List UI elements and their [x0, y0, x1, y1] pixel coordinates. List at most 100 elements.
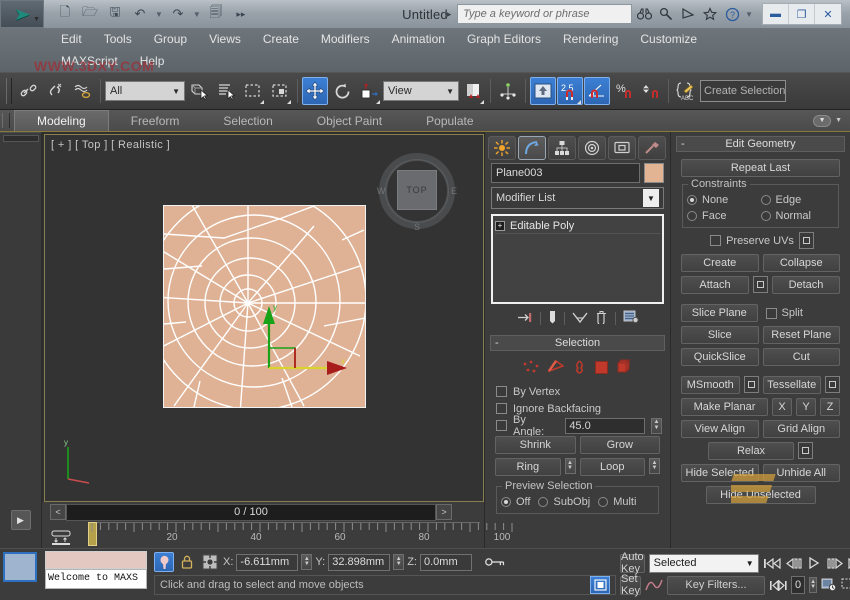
constraint-normal[interactable]: Normal: [761, 210, 835, 222]
time-configuration-icon[interactable]: [821, 575, 837, 596]
unhide-all-button[interactable]: Unhide All: [763, 464, 841, 482]
auto-key-button[interactable]: Auto Key: [620, 554, 645, 573]
coord-z-field[interactable]: 0.0mm: [420, 554, 472, 571]
menu-item-modifiers[interactable]: Modifiers: [310, 29, 381, 49]
favorites-star-icon[interactable]: [700, 4, 720, 24]
play-animation-button[interactable]: [807, 553, 822, 574]
ring-button[interactable]: Ring: [495, 458, 561, 476]
application-menu-button[interactable]: ➤ ▼: [0, 0, 44, 28]
tessellate-button[interactable]: Tessellate: [763, 376, 822, 394]
hide-unselected-button[interactable]: Hide Unselected: [706, 486, 816, 504]
msmooth-settings-icon[interactable]: [744, 376, 759, 393]
cut-button[interactable]: Cut: [763, 348, 841, 366]
undo-icon[interactable]: ↶: [129, 3, 151, 25]
make-unique-icon[interactable]: [572, 311, 588, 327]
expand-search-icon[interactable]: ▸: [443, 9, 455, 20]
go-to-start-button[interactable]: [763, 553, 781, 574]
current-frame-field[interactable]: 0: [791, 576, 805, 594]
ignore-backfacing-checkbox[interactable]: [496, 403, 507, 414]
constraint-none[interactable]: None: [687, 194, 761, 206]
split-row[interactable]: Split: [762, 304, 841, 322]
absolute-relative-mode-icon[interactable]: [200, 552, 220, 572]
redo-icon[interactable]: ↷: [167, 3, 189, 25]
menu-item-graph-editors[interactable]: Graph Editors: [456, 29, 552, 49]
attach-settings-icon[interactable]: [753, 276, 768, 293]
make-planar-x-button[interactable]: X: [772, 398, 792, 416]
by-vertex-checkbox[interactable]: [496, 386, 507, 397]
selection-rollout-header[interactable]: - Selection: [490, 335, 665, 351]
slice-plane-button[interactable]: Slice Plane: [681, 304, 758, 322]
tessellate-settings-icon[interactable]: [825, 376, 840, 393]
minimize-button[interactable]: ▬: [763, 4, 789, 24]
element-subobject-icon[interactable]: [617, 359, 633, 376]
snap-25-icon[interactable]: 2.5: [557, 77, 583, 105]
by-angle-spinner[interactable]: ▲▼: [651, 418, 662, 434]
close-button[interactable]: ✕: [815, 4, 841, 24]
angle-snap-toggle-icon[interactable]: [584, 77, 610, 105]
display-tab[interactable]: [608, 136, 636, 160]
listener-input[interactable]: [45, 551, 147, 569]
split-checkbox[interactable]: [766, 308, 777, 319]
unlink-selection-icon[interactable]: [43, 77, 69, 105]
key-icon[interactable]: [485, 552, 505, 572]
preserve-uvs-checkbox[interactable]: [710, 235, 721, 246]
object-name-field[interactable]: Plane003: [491, 163, 640, 183]
set-project-folder-icon[interactable]: 🗐: [205, 3, 227, 25]
coord-x-spinner[interactable]: ▲▼: [301, 554, 312, 570]
relax-button[interactable]: Relax: [708, 442, 794, 460]
material-swatch[interactable]: [3, 552, 37, 582]
lock-icon[interactable]: [177, 552, 197, 572]
grid-align-button[interactable]: Grid Align: [763, 420, 841, 438]
menu-item-group[interactable]: Group: [143, 29, 198, 49]
hierarchy-tab[interactable]: [548, 136, 576, 160]
previous-frame-nav[interactable]: <: [50, 504, 66, 520]
coord-y-field[interactable]: 32.898mm: [328, 554, 390, 571]
modifier-list-combo[interactable]: Modifier List ▼: [491, 187, 664, 209]
relax-settings-icon[interactable]: [798, 442, 813, 459]
motion-tab[interactable]: [578, 136, 606, 160]
selection-filter-combo[interactable]: All ▼: [105, 81, 185, 101]
menu-item-animation[interactable]: Animation: [381, 29, 456, 49]
reference-coordinate-system-combo[interactable]: View ▼: [383, 81, 459, 101]
by-angle-row[interactable]: By Angle: 45.0 ▲▼: [493, 417, 662, 434]
make-planar-button[interactable]: Make Planar: [681, 398, 768, 416]
menu-item-create[interactable]: Create: [252, 29, 310, 49]
window-crossing-icon[interactable]: [267, 77, 293, 105]
vertex-subobject-icon[interactable]: [523, 360, 539, 376]
constraint-face[interactable]: Face: [687, 210, 761, 222]
object-color-swatch[interactable]: [644, 163, 664, 183]
modify-tab[interactable]: [518, 136, 546, 160]
hide-selected-button[interactable]: Hide Selected: [681, 464, 759, 482]
key-mode-toggle-icon[interactable]: [769, 575, 787, 596]
menu-item-tools[interactable]: Tools: [93, 29, 143, 49]
open-file-icon[interactable]: 🗁: [79, 3, 101, 25]
polygon-subobject-icon[interactable]: [595, 361, 608, 374]
msmooth-button[interactable]: MSmooth: [681, 376, 740, 394]
next-frame-button[interactable]: [826, 553, 844, 574]
make-planar-z-button[interactable]: Z: [820, 398, 840, 416]
shrink-button[interactable]: Shrink: [495, 436, 576, 454]
undo-dropdown-icon[interactable]: ▼: [154, 10, 164, 19]
create-selection-set-field[interactable]: Create Selection Set: [700, 80, 786, 102]
ribbon-minimize-icon[interactable]: ▼: [813, 115, 831, 127]
toolbar-grip[interactable]: [6, 78, 12, 104]
quickslice-button[interactable]: QuickSlice: [681, 348, 759, 366]
selection-lock-toggle-icon[interactable]: [154, 552, 174, 572]
tab-object-paint[interactable]: Object Paint: [295, 110, 404, 131]
select-and-scale-icon[interactable]: [356, 77, 382, 105]
expand-panel-icon[interactable]: ▶: [11, 510, 31, 530]
select-and-manipulate-icon[interactable]: [495, 77, 521, 105]
tab-selection[interactable]: Selection: [201, 110, 294, 131]
preserve-uvs-row[interactable]: Preserve UVs: [679, 232, 842, 249]
menu-item-maxscript[interactable]: MAXScript: [50, 51, 129, 71]
utilities-tab[interactable]: [638, 136, 666, 160]
attach-button[interactable]: Attach: [681, 276, 749, 294]
view-align-button[interactable]: View Align: [681, 420, 759, 438]
adaptive-degradation-toggle-icon[interactable]: [590, 576, 610, 594]
coord-y-spinner[interactable]: ▲▼: [393, 554, 404, 570]
by-angle-field[interactable]: 45.0: [565, 418, 645, 434]
preserve-uvs-settings-icon[interactable]: [799, 232, 814, 249]
use-pivot-point-center-icon[interactable]: [460, 77, 486, 105]
collapse-button[interactable]: Collapse: [763, 254, 841, 272]
expand-modifier-icon[interactable]: +: [495, 221, 505, 231]
